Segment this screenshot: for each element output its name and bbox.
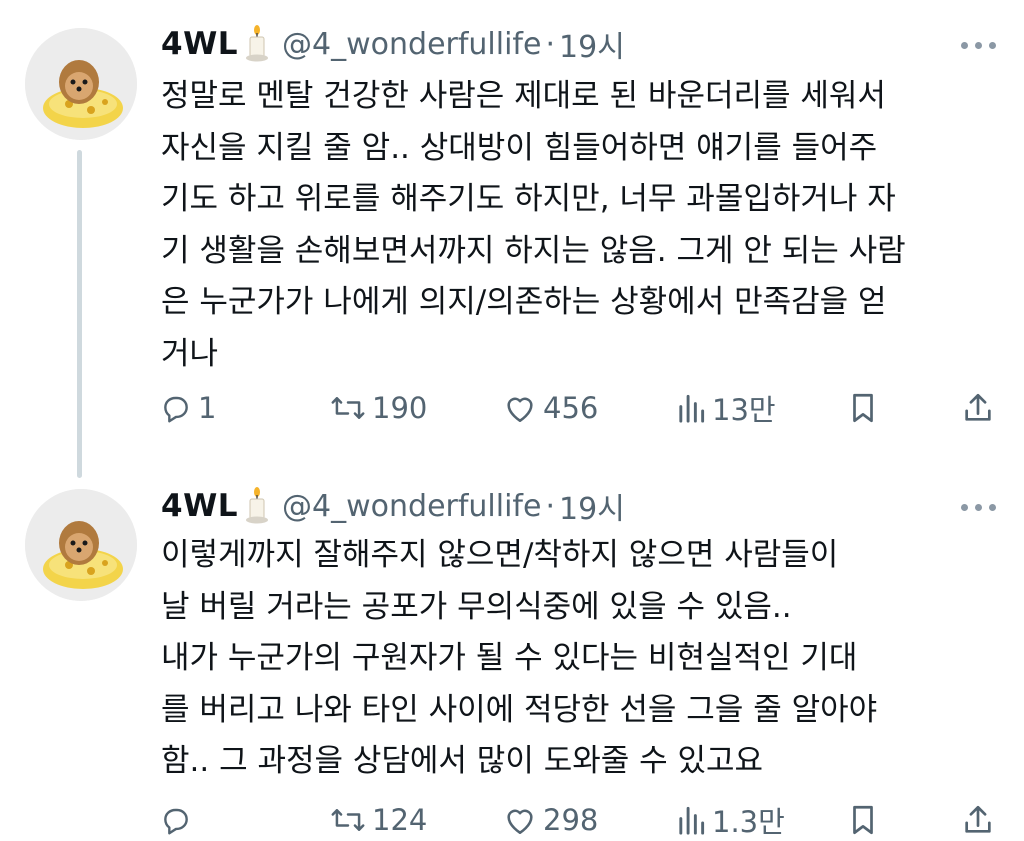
share-icon <box>965 805 991 833</box>
like-button[interactable]: 456 <box>503 388 598 428</box>
retweet-button[interactable]: 124 <box>330 800 427 840</box>
bookmark-button[interactable] <box>848 388 878 428</box>
more-options-icon[interactable] <box>958 500 998 514</box>
reply-button[interactable]: 1 <box>160 388 216 428</box>
candle-icon <box>244 24 270 64</box>
avatar[interactable] <box>25 489 137 601</box>
share-button[interactable] <box>962 388 994 428</box>
tweet-actions: 1 190 456 13만 <box>0 388 1024 428</box>
retweet-count: 124 <box>372 803 428 837</box>
tweet-header: 4WL @4_wonderfullife · 19시 <box>161 484 625 528</box>
heart-icon <box>507 397 533 423</box>
more-options-icon[interactable] <box>958 38 998 52</box>
tweet-time[interactable]: 19시 <box>559 22 625 66</box>
like-button[interactable]: 298 <box>503 800 598 840</box>
views-count: 13만 <box>712 393 776 427</box>
tweet-text: 정말로 멘탈 건강한 사람은 제대로 된 바운더리를 세워서 자신을 지킬 줄 … <box>161 78 906 372</box>
views-chart-icon <box>679 394 705 423</box>
share-button[interactable] <box>962 800 994 840</box>
like-count: 298 <box>543 803 599 837</box>
separator-dot: · <box>545 26 556 62</box>
bookmark-icon <box>853 805 873 835</box>
retweet-icon <box>331 809 365 831</box>
avatar[interactable] <box>25 28 137 140</box>
separator-dot: · <box>545 488 556 524</box>
author-handle[interactable]: @4_wonderfullife <box>282 489 541 524</box>
thread-connector-line <box>77 150 82 478</box>
reply-button[interactable] <box>160 800 198 840</box>
bookmark-button[interactable] <box>848 800 878 840</box>
candle-icon <box>244 486 270 526</box>
reply-icon <box>164 808 188 835</box>
views-count: 1.3만 <box>712 805 785 839</box>
like-count: 456 <box>543 391 599 425</box>
views-button[interactable]: 13만 <box>676 388 776 428</box>
tweet-actions: 124 298 1.3만 <box>0 800 1024 840</box>
views-chart-icon <box>679 806 705 835</box>
tweet-header: 4WL @4_wonderfullife · 19시 <box>161 22 625 66</box>
views-button[interactable]: 1.3만 <box>676 800 785 840</box>
share-icon <box>965 393 991 421</box>
retweet-button[interactable]: 190 <box>330 388 427 428</box>
reply-count: 1 <box>198 391 217 425</box>
reply-icon <box>164 396 188 423</box>
author-handle[interactable]: @4_wonderfullife <box>282 27 541 62</box>
author-name[interactable]: 4WL <box>161 488 238 524</box>
retweet-count: 190 <box>372 391 428 425</box>
tweet-time[interactable]: 19시 <box>559 484 625 528</box>
author-name[interactable]: 4WL <box>161 26 238 62</box>
bookmark-icon <box>853 393 873 423</box>
tweet-text: 이렇게까지 잘해주지 않으면/착하지 않으면 사람들이 날 버릴 거라는 공포가… <box>161 537 878 779</box>
heart-icon <box>507 809 533 835</box>
retweet-icon <box>331 397 365 419</box>
